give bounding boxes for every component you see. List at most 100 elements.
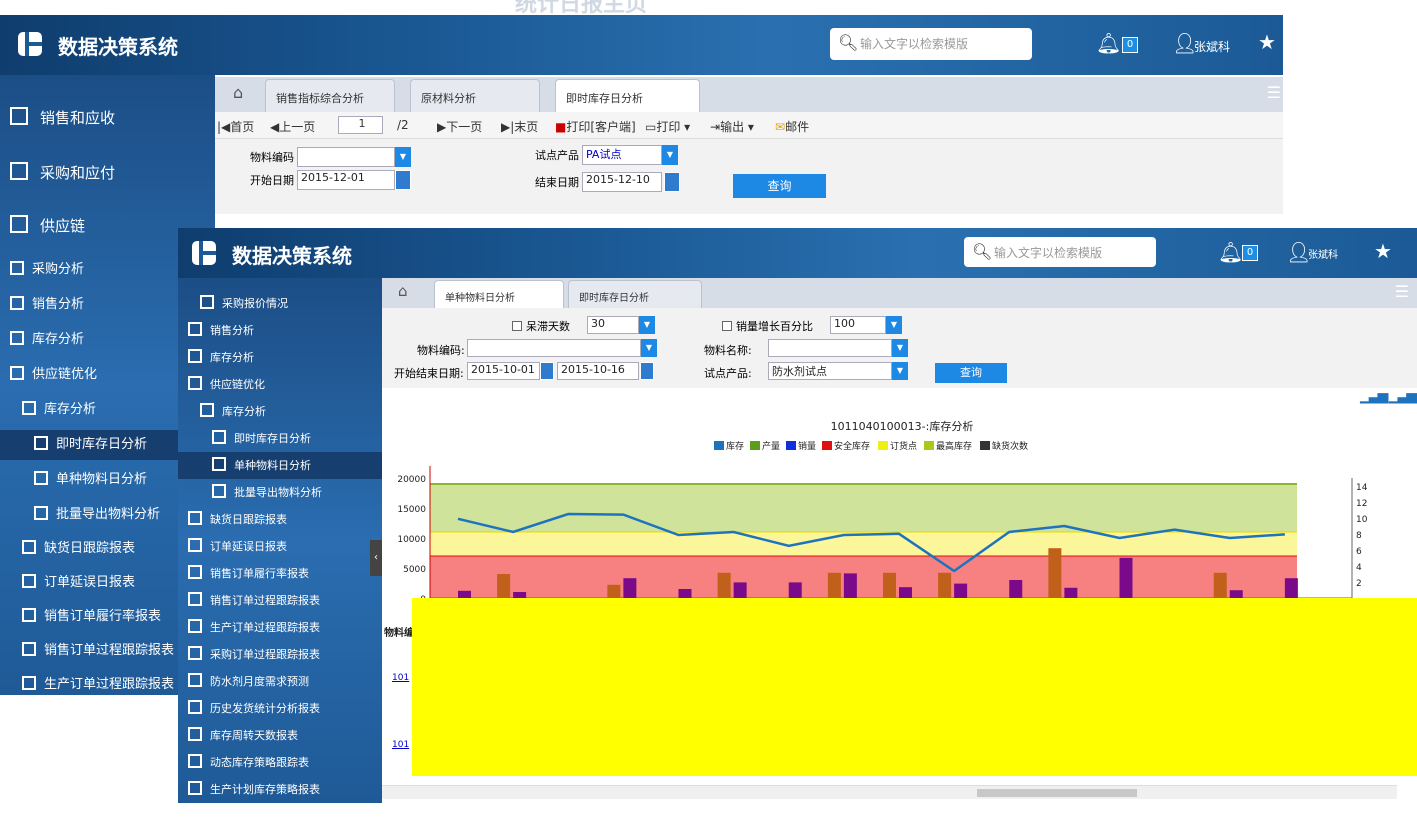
stagnant-days-select[interactable]: 30 xyxy=(587,316,639,334)
material-name-select[interactable] xyxy=(768,339,892,357)
sidebar-item[interactable]: 生产计划库存策略报表 xyxy=(178,776,382,803)
chevron-down-icon[interactable]: ▼ xyxy=(892,339,908,357)
sidebar-item-label: 库存分析 xyxy=(32,332,85,347)
sidebar-item-label: 批量导出物料分析 xyxy=(56,507,161,522)
sidebar-item[interactable]: 防水剂月度需求预测 xyxy=(178,668,382,695)
sales-growth-select[interactable]: 100 xyxy=(830,316,886,334)
row-link[interactable]: 101 xyxy=(392,740,409,750)
stagnant-days-checkbox[interactable]: 呆滞天数 xyxy=(512,318,570,334)
folder-icon xyxy=(188,673,202,687)
product-label: 试点产品 xyxy=(535,149,579,162)
sidebar-item[interactable]: 销售订单过程跟踪报表 xyxy=(178,587,382,614)
sidebar-item[interactable]: 供应链优化 xyxy=(178,371,382,398)
mail-button[interactable]: ✉邮件 xyxy=(775,118,809,135)
star-icon[interactable]: ★ xyxy=(1374,239,1392,263)
folder-icon xyxy=(188,538,202,552)
sales-growth-checkbox[interactable]: 销量增长百分比 xyxy=(722,318,813,334)
menu-icon[interactable]: ☰ xyxy=(1267,83,1281,102)
page-number-input[interactable]: 1 xyxy=(338,116,383,134)
sidebar-item[interactable]: 采购订单过程跟踪报表 xyxy=(178,641,382,668)
chevron-down-icon[interactable]: ▼ xyxy=(639,316,655,334)
end-date-input[interactable]: 2015-10-16 xyxy=(557,362,639,380)
collapse-handle[interactable]: ‹ xyxy=(370,540,382,576)
home-tab-icon[interactable]: ⌂ xyxy=(398,282,408,300)
print-client-button[interactable]: ■打印[客户端] xyxy=(555,118,636,135)
sales-bar xyxy=(1009,580,1023,598)
sidebar-item[interactable]: 订单延误日报表 xyxy=(178,533,382,560)
sidebar-item-label: 供应链优化 xyxy=(32,367,98,382)
export-button[interactable]: ⇥输出 ▾ xyxy=(710,118,754,135)
print-button[interactable]: ▭打印 ▾ xyxy=(645,118,690,135)
folder-icon xyxy=(34,506,48,520)
sidebar-item-label: 库存周转天数报表 xyxy=(210,729,298,742)
legend-label: 产量 xyxy=(762,440,780,452)
tab-inventory-daily[interactable]: 即时库存日分析 xyxy=(568,280,702,310)
sidebar-item-label: 生产订单过程跟踪报表 xyxy=(44,677,175,692)
first-page-button[interactable]: |◀首页 xyxy=(217,118,254,135)
sidebar-item[interactable]: 动态库存策略跟踪表 xyxy=(178,749,382,776)
calendar-icon[interactable] xyxy=(395,170,411,190)
sidebar-item[interactable]: 历史发货统计分析报表 xyxy=(178,695,382,722)
home-tab-icon[interactable]: ⌂ xyxy=(233,83,243,102)
chevron-down-icon[interactable]: ▼ xyxy=(892,362,908,380)
tab-single-material[interactable]: 单种物料日分析 xyxy=(434,280,564,310)
tab-inventory-daily[interactable]: 即时库存日分析 xyxy=(555,79,700,114)
sidebar-item[interactable]: 单种物料日分析 xyxy=(178,452,382,479)
sidebar-item[interactable]: 库存分析 xyxy=(178,344,382,371)
prev-page-button[interactable]: ◀上一页 xyxy=(270,118,315,135)
chevron-down-icon[interactable]: ▼ xyxy=(395,147,411,167)
sidebar-item-label: 缺货日跟踪报表 xyxy=(210,513,287,526)
tab-raw-material[interactable]: 原材料分析 xyxy=(410,79,540,114)
sidebar-item[interactable]: 销售分析 xyxy=(178,317,382,344)
end-date-input[interactable]: 2015-12-10 xyxy=(582,172,662,192)
legend-label: 订货点 xyxy=(890,440,917,452)
start-date-input[interactable]: 2015-12-01 xyxy=(297,170,395,190)
notification-badge: 0 xyxy=(1242,245,1258,261)
tab-sales-index[interactable]: 销售指标综合分析 xyxy=(265,79,395,114)
last-page-button[interactable]: ▶|末页 xyxy=(501,118,538,135)
sidebar-item[interactable]: 库存周转天数报表 xyxy=(178,722,382,749)
search-input[interactable]: 🔍︎ 输入文字以检索模版 xyxy=(964,237,1156,267)
sidebar-item[interactable]: 采购和应付 xyxy=(0,158,215,188)
calendar-icon[interactable] xyxy=(540,362,554,380)
sidebar-item[interactable]: 采购报价情况 xyxy=(178,290,382,317)
sales-bar xyxy=(788,582,802,598)
user-name[interactable]: 张斌科 xyxy=(1308,246,1338,261)
chevron-down-icon[interactable]: ▼ xyxy=(886,316,902,334)
horizontal-scrollbar[interactable] xyxy=(382,785,1397,799)
bell-icon[interactable]: 🔔︎ xyxy=(1218,240,1243,264)
folder-icon xyxy=(188,511,202,525)
calendar-icon[interactable] xyxy=(640,362,654,380)
sidebar-item[interactable]: 销售订单履行率报表 xyxy=(178,560,382,587)
query-button[interactable]: 查询 xyxy=(733,174,826,198)
start-date-input[interactable]: 2015-10-01 xyxy=(467,362,540,380)
sidebar-item[interactable]: 库存分析 xyxy=(178,398,382,425)
sidebar-item-label: 销售订单过程跟踪报表 xyxy=(210,594,320,607)
chart-type-icons[interactable]: ▁▃▅ ▁▃▅ xyxy=(1360,388,1417,404)
sidebar-item[interactable]: 生产订单过程跟踪报表 xyxy=(178,614,382,641)
chevron-down-icon[interactable]: ▼ xyxy=(641,339,657,357)
sidebar-item[interactable]: 销售和应收 xyxy=(0,103,215,133)
sidebar-item[interactable]: 批量导出物料分析 xyxy=(178,479,382,506)
search-input[interactable]: 🔍︎ 输入文字以检索模版 xyxy=(830,28,1032,60)
user-name[interactable]: 张斌科 xyxy=(1194,38,1230,55)
legend-swatch xyxy=(786,441,796,450)
back-filter-panel: 物料编码 ▼ 试点产品 PA试点 ▼ 开始日期 2015-12-01 结束日期 … xyxy=(215,139,1283,214)
bell-icon[interactable]: 🔔︎ xyxy=(1096,31,1121,55)
product-select[interactable]: PA试点 xyxy=(582,145,662,165)
material-code-select[interactable] xyxy=(467,339,641,357)
sidebar-item[interactable]: 即时库存日分析 xyxy=(178,425,382,452)
folder-icon xyxy=(200,403,214,417)
next-page-button[interactable]: ▶下一页 xyxy=(437,118,482,135)
row-link[interactable]: 101 xyxy=(392,673,409,683)
chevron-down-icon[interactable]: ▼ xyxy=(662,145,678,165)
star-icon[interactable]: ★ xyxy=(1258,30,1276,54)
menu-icon[interactable]: ☰ xyxy=(1395,282,1409,301)
material-code-select[interactable] xyxy=(297,147,395,167)
scrollbar-thumb[interactable] xyxy=(977,789,1137,797)
query-button[interactable]: 查询 xyxy=(935,363,1007,383)
sidebar-item[interactable]: 缺货日跟踪报表 xyxy=(178,506,382,533)
product-select[interactable]: 防水剂试点 xyxy=(768,362,892,380)
calendar-icon[interactable] xyxy=(664,172,680,192)
y-tick-label: 15000 xyxy=(397,505,426,515)
